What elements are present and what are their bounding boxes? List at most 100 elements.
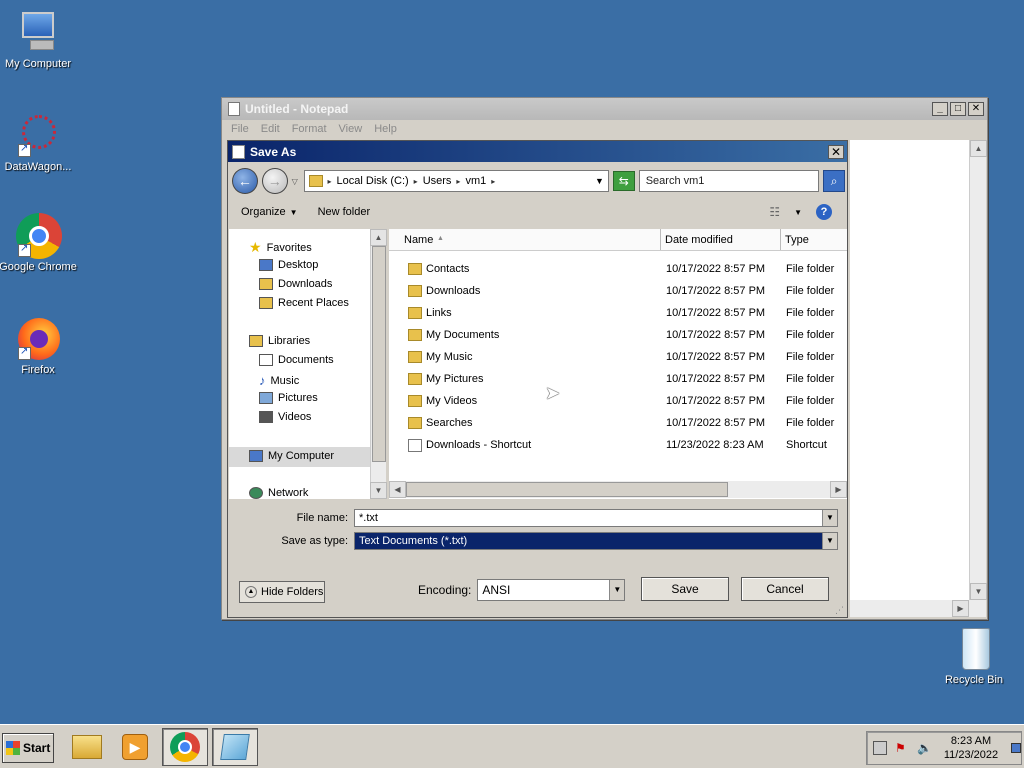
system-tray: ⚑ 🔈 8:23 AM 11/23/2022 bbox=[866, 731, 1022, 765]
column-header-date[interactable]: Date modified bbox=[661, 229, 781, 250]
file-list-horizontal-scrollbar[interactable]: ◀ ▶ bbox=[389, 481, 847, 498]
minimize-button[interactable]: _ bbox=[932, 102, 948, 116]
taskbar-media-player[interactable]: ▶ bbox=[112, 728, 158, 766]
clock[interactable]: 8:23 AM 11/23/2022 bbox=[939, 734, 1003, 762]
file-row-downloads[interactable]: Downloads 10/17/2022 8:57 PM File folder bbox=[389, 280, 847, 302]
dialog-close-button[interactable]: ✕ bbox=[828, 144, 844, 159]
show-desktop-icon[interactable] bbox=[1011, 743, 1021, 753]
nav-libraries[interactable]: Libraries bbox=[249, 335, 310, 347]
taskbar-file-explorer[interactable] bbox=[64, 728, 110, 766]
nav-network[interactable]: Network bbox=[249, 487, 308, 499]
organize-button[interactable]: Organize ▼ bbox=[241, 206, 298, 218]
address-dropdown-icon[interactable]: ▼ bbox=[595, 176, 604, 186]
save-as-titlebar[interactable]: Save As ✕ bbox=[228, 141, 847, 162]
file-row-links[interactable]: Links 10/17/2022 8:57 PM File folder bbox=[389, 302, 847, 324]
menu-format[interactable]: Format bbox=[292, 123, 327, 135]
save-type-dropdown-icon[interactable]: ▼ bbox=[822, 533, 837, 549]
file-name-input[interactable]: *.txt ▼ bbox=[354, 509, 838, 527]
nav-documents[interactable]: Documents bbox=[259, 354, 334, 366]
scroll-right-icon[interactable]: ▶ bbox=[830, 481, 847, 498]
scrollbar-thumb[interactable] bbox=[406, 482, 728, 497]
shortcut-icon bbox=[408, 438, 422, 452]
start-button[interactable]: Start bbox=[2, 733, 54, 763]
desktop-icon-my-computer[interactable]: My Computer bbox=[0, 10, 78, 70]
notepad-titlebar[interactable]: Untitled - Notepad _ □ ✕ bbox=[222, 98, 987, 120]
file-row-my-documents[interactable]: My Documents 10/17/2022 8:57 PM File fol… bbox=[389, 324, 847, 346]
refresh-icon[interactable]: ⇆ bbox=[612, 171, 635, 191]
address-bar[interactable]: ▸ Local Disk (C:) ▸ Users ▸ vm1 ▸ ▼ bbox=[303, 170, 609, 192]
view-dropdown-icon[interactable]: ▼ bbox=[794, 208, 802, 217]
new-folder-button[interactable]: New folder bbox=[318, 206, 371, 218]
downloads-folder-icon bbox=[408, 285, 422, 297]
encoding-dropdown-icon[interactable]: ▼ bbox=[609, 580, 625, 600]
breadcrumb-vm1[interactable]: vm1 bbox=[465, 175, 486, 187]
close-button[interactable]: ✕ bbox=[968, 102, 984, 116]
notepad-vertical-scrollbar[interactable]: ▲ ▼ bbox=[969, 140, 987, 600]
scroll-right-icon[interactable]: ▶ bbox=[952, 600, 969, 617]
notepad-horizontal-scrollbar[interactable]: ▶ bbox=[850, 600, 986, 617]
back-arrow-icon[interactable]: ← bbox=[232, 168, 258, 194]
scroll-up-icon[interactable]: ▲ bbox=[970, 140, 987, 157]
help-icon[interactable]: ? bbox=[816, 204, 832, 220]
resize-grip-icon[interactable]: ⋰ bbox=[835, 605, 845, 615]
save-as-dialog: Save As ✕ ← → ▽ ▸ Local Disk (C:) ▸ User… bbox=[227, 140, 848, 618]
network-icon[interactable] bbox=[873, 741, 887, 755]
nav-music[interactable]: ♪ Music bbox=[259, 373, 299, 388]
column-header-type[interactable]: Type bbox=[781, 229, 847, 250]
file-row-my-pictures[interactable]: My Pictures 10/17/2022 8:57 PM File fold… bbox=[389, 368, 847, 390]
recent-locations-dropdown-icon[interactable]: ▽ bbox=[292, 177, 300, 186]
desktop-icon-firefox[interactable]: Firefox bbox=[0, 316, 78, 376]
encoding-select[interactable]: ANSI ▼ bbox=[477, 579, 626, 601]
action-center-flag-icon[interactable]: ⚑ bbox=[895, 741, 909, 755]
save-type-row: Save as type: Text Documents (*.txt) ▼ bbox=[230, 532, 838, 550]
nav-pictures[interactable]: Pictures bbox=[259, 392, 318, 404]
maximize-button[interactable]: □ bbox=[950, 102, 966, 116]
file-name-dropdown-icon[interactable]: ▼ bbox=[822, 510, 837, 526]
notepad-text-area[interactable] bbox=[850, 140, 969, 607]
notepad-icon bbox=[232, 144, 245, 159]
menu-help[interactable]: Help bbox=[374, 123, 397, 135]
cancel-button[interactable]: Cancel bbox=[741, 577, 829, 601]
search-input[interactable]: Search vm1 bbox=[638, 170, 820, 192]
menu-view[interactable]: View bbox=[339, 123, 363, 135]
scroll-down-icon[interactable]: ▼ bbox=[970, 583, 987, 600]
searches-folder-icon bbox=[408, 417, 422, 429]
scroll-down-icon[interactable]: ▼ bbox=[370, 482, 387, 499]
navigation-pane-scrollbar[interactable]: ▲ ▼ bbox=[370, 229, 387, 499]
nav-videos[interactable]: Videos bbox=[259, 411, 311, 423]
nav-favorites[interactable]: ★ Favorites bbox=[249, 239, 312, 256]
menu-file[interactable]: File bbox=[231, 123, 249, 135]
folder-icon bbox=[72, 735, 102, 759]
nav-recent-places[interactable]: Recent Places bbox=[259, 297, 349, 309]
nav-desktop[interactable]: Desktop bbox=[259, 259, 318, 271]
forward-arrow-icon[interactable]: → bbox=[261, 168, 288, 194]
save-type-select[interactable]: Text Documents (*.txt) ▼ bbox=[354, 532, 838, 550]
scrollbar-thumb[interactable] bbox=[372, 246, 386, 462]
file-row-searches[interactable]: Searches 10/17/2022 8:57 PM File folder bbox=[389, 412, 847, 434]
volume-icon[interactable]: 🔈 bbox=[917, 741, 932, 755]
file-row-contacts[interactable]: Contacts 10/17/2022 8:57 PM File folder bbox=[389, 258, 847, 280]
nav-my-computer[interactable]: My Computer bbox=[249, 450, 334, 462]
scroll-up-icon[interactable]: ▲ bbox=[370, 229, 387, 246]
desktop-icon-datawagon[interactable]: DataWagon... bbox=[0, 113, 78, 173]
nav-downloads[interactable]: Downloads bbox=[259, 278, 332, 290]
taskbar-chrome[interactable] bbox=[162, 728, 208, 766]
datawagon-icon bbox=[16, 113, 60, 157]
breadcrumb-local-disk[interactable]: Local Disk (C:) bbox=[337, 175, 409, 187]
column-header-name[interactable]: Name ▲ bbox=[389, 229, 661, 250]
breadcrumb-users[interactable]: Users bbox=[423, 175, 452, 187]
file-row-downloads-shortcut[interactable]: Downloads - Shortcut 11/23/2022 8:23 AM … bbox=[389, 434, 847, 456]
desktop-icon-recycle-bin[interactable]: Recycle Bin bbox=[934, 626, 1014, 686]
hide-folders-button[interactable]: ▲ Hide Folders bbox=[239, 581, 325, 603]
save-button[interactable]: Save bbox=[641, 577, 729, 601]
file-row-my-videos[interactable]: My Videos 10/17/2022 8:57 PM File folder bbox=[389, 390, 847, 412]
folder-icon bbox=[308, 175, 323, 187]
taskbar-notepad[interactable] bbox=[212, 728, 258, 766]
file-row-my-music[interactable]: My Music 10/17/2022 8:57 PM File folder bbox=[389, 346, 847, 368]
scroll-left-icon[interactable]: ◀ bbox=[389, 481, 406, 498]
desktop-icon-google-chrome[interactable]: Google Chrome bbox=[0, 213, 78, 273]
menu-edit[interactable]: Edit bbox=[261, 123, 280, 135]
search-icon[interactable]: ⌕ bbox=[823, 170, 846, 192]
view-options-icon[interactable]: ☷ bbox=[769, 205, 780, 219]
desktop-icon-label: Google Chrome bbox=[0, 261, 77, 273]
